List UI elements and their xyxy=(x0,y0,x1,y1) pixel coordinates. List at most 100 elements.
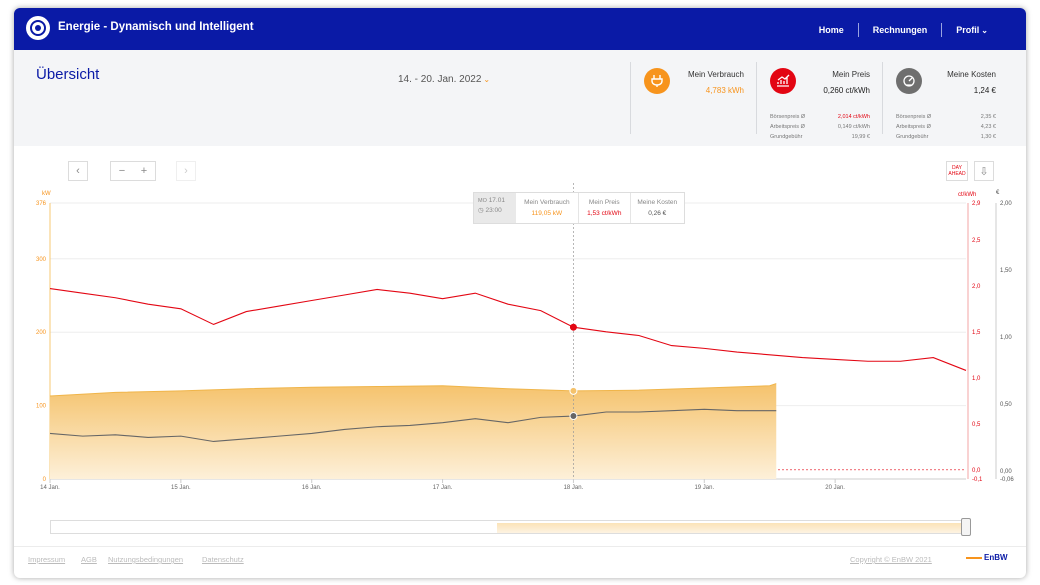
y-tick-label-left: 200 xyxy=(36,330,47,336)
x-tick-label: 20 Jan. xyxy=(825,485,845,491)
overview-header: Übersicht 14. - 20. Jan. 2022 ⌄ Mein Verb… xyxy=(14,50,1026,146)
x-tick-label: 17 Jan. xyxy=(433,485,453,491)
consumption-area xyxy=(50,383,777,479)
tooltip-col: Mein Verbrauch 119,05 kW xyxy=(516,193,580,223)
x-tick-label: 15 Jan. xyxy=(171,485,191,491)
cost-gauge-icon xyxy=(896,68,922,94)
kpi-price-value: 0,260 ct/kWh xyxy=(823,86,870,95)
breakdown-row: Arbeitspreis Ø 4,23 € xyxy=(896,122,996,132)
breakdown-value: 4,23 € xyxy=(980,124,996,130)
y-tick-label-left: 100 xyxy=(36,404,47,410)
breakdown-label: Börsenpreis Ø xyxy=(896,114,932,120)
page-title: Übersicht xyxy=(36,66,100,83)
nav-home[interactable]: Home xyxy=(805,25,858,35)
breakdown-row: Börsenpreis Ø 2,014 ct/kWh xyxy=(770,112,870,122)
divider xyxy=(882,62,883,134)
breakdown-row: Arbeitspreis Ø 0,149 ct/kWh xyxy=(770,122,870,132)
tooltip-col-value: 119,05 kW xyxy=(531,210,563,217)
navigator-handle[interactable] xyxy=(961,518,971,536)
tooltip-col: Meine Kosten 0,26 € xyxy=(631,193,684,223)
x-tick-label: 16 Jan. xyxy=(302,485,322,491)
x-tick-label: 18 Jan. xyxy=(564,485,584,491)
tooltip-clock: ◷ 23:00 xyxy=(478,206,512,216)
kpi-costs-value: 1,24 € xyxy=(973,86,996,95)
breakdown-row: Grundgebühr 19,99 € xyxy=(770,132,870,142)
x-tick-label: 19 Jan. xyxy=(694,485,714,491)
footer-link-agb[interactable]: AGB xyxy=(81,555,97,564)
price-line xyxy=(49,288,967,371)
cost-marker xyxy=(569,412,578,421)
tooltip-col-value: 0,26 € xyxy=(648,210,667,217)
tooltip-col: Mein Preis 1,53 ct/kWh xyxy=(579,193,631,223)
chart-tooltip: MO 17.01 ◷ 23:00 Mein Verbrauch 119,05 k… xyxy=(473,192,685,224)
y-tick-label-left: 0 xyxy=(43,477,47,483)
y-tick-label-cost: 1,50 xyxy=(1000,268,1012,274)
y-tick-label-price: 0,5 xyxy=(972,422,981,428)
y-tick-label-cost: 0,50 xyxy=(1000,402,1012,408)
y-tick-label-cost: -0,06 xyxy=(1000,477,1014,483)
tooltip-time-value: 23:00 xyxy=(485,207,502,214)
x-tick-label: 14 Jan. xyxy=(40,485,60,491)
kpi-price-breakdown: Börsenpreis Ø 2,014 ct/kWh Arbeitspreis Ø… xyxy=(770,112,870,142)
footer-link-impressum[interactable]: Impressum xyxy=(28,555,65,564)
y-tick-label-price: 0,0 xyxy=(972,468,981,474)
y-tick-label-price: 2,9 xyxy=(972,201,981,207)
tooltip-col-label: Mein Preis xyxy=(588,199,620,206)
app-logo-icon[interactable] xyxy=(26,16,50,40)
tooltip-col-label: Meine Kosten xyxy=(637,199,678,206)
navigator-selection xyxy=(497,523,969,533)
price-chart-icon xyxy=(770,68,796,94)
breakdown-value: 2,014 ct/kWh xyxy=(837,114,870,120)
y-axis-unit-price: ct/kWh xyxy=(958,192,976,198)
app-title: Energie - Dynamisch und Intelligent xyxy=(58,21,254,33)
breakdown-value: 19,99 € xyxy=(851,134,870,140)
chevron-down-icon: ⌄ xyxy=(483,75,491,84)
breakdown-value: 2,35 € xyxy=(980,114,996,120)
tooltip-col-value: 1,53 ct/kWh xyxy=(587,210,622,217)
y-tick-label-price: 2,5 xyxy=(972,238,981,244)
y-tick-label-price: -0,1 xyxy=(972,477,983,483)
date-range-selector[interactable]: 14. - 20. Jan. 2022 ⌄ xyxy=(398,74,490,85)
date-range-label: 14. - 20. Jan. 2022 xyxy=(398,74,482,85)
divider xyxy=(756,62,757,134)
y-tick-label-price: 1,5 xyxy=(972,330,981,336)
clock-icon: ◷ xyxy=(478,207,484,214)
nav-invoices[interactable]: Rechnungen xyxy=(859,25,942,35)
y-tick-label-price: 2,0 xyxy=(972,284,981,290)
y-tick-label-cost: 2,00 xyxy=(1000,201,1012,207)
breakdown-label: Arbeitspreis Ø xyxy=(770,124,805,130)
breakdown-row: Börsenpreis Ø 2,35 € xyxy=(896,112,996,122)
kpi-price-label: Mein Preis xyxy=(832,70,870,79)
consumption-marker xyxy=(569,386,578,395)
breakdown-value: 1,30 € xyxy=(980,134,996,140)
tooltip-time: MO 17.01 ◷ 23:00 xyxy=(474,193,516,223)
copyright: Copyright © EnBW 2021 xyxy=(850,555,932,564)
price-marker xyxy=(569,323,577,331)
footer-link-privacy[interactable]: Datenschutz xyxy=(202,555,244,564)
y-axis-unit-cost: € xyxy=(996,190,1000,196)
kpi-consumption-label: Mein Verbrauch xyxy=(687,70,744,79)
brand-label: EnBW xyxy=(984,553,1008,562)
tooltip-date-value: 17.01 xyxy=(488,197,505,204)
tooltip-col-label: Mein Verbrauch xyxy=(524,199,570,206)
chart-area: ‹ − + › DAY AHEAD ⇩ 376 300 200 100 0 kW 2,9 2,… xyxy=(14,146,1026,546)
breakdown-label: Arbeitspreis Ø xyxy=(896,124,931,130)
range-navigator[interactable] xyxy=(50,518,971,536)
enbw-logo: EnBW xyxy=(966,553,1008,562)
y-tick-label-left: 376 xyxy=(36,201,47,207)
logo-mark xyxy=(966,556,982,559)
nav-profile-label: Profil xyxy=(956,25,980,35)
y-tick-label-price: 1,0 xyxy=(972,376,981,382)
divider xyxy=(630,62,631,134)
breakdown-value: 0,149 ct/kWh xyxy=(837,124,870,130)
y-tick-label-left: 300 xyxy=(36,257,47,263)
footer-link-terms[interactable]: Nutzungsbedingungen xyxy=(108,555,183,564)
plug-icon xyxy=(644,68,670,94)
nav-profile[interactable]: Profil ⌄ xyxy=(942,25,1002,35)
top-navigation-bar: Energie - Dynamisch und Intelligent Home… xyxy=(14,8,1026,50)
chevron-down-icon: ⌄ xyxy=(981,26,988,35)
kpi-consumption-value: 4,783 kWh xyxy=(705,86,744,95)
app-window: Energie - Dynamisch und Intelligent Home… xyxy=(14,8,1026,578)
y-axis-unit-left: kW xyxy=(42,191,51,197)
main-nav: Home Rechnungen Profil ⌄ xyxy=(805,23,1002,37)
